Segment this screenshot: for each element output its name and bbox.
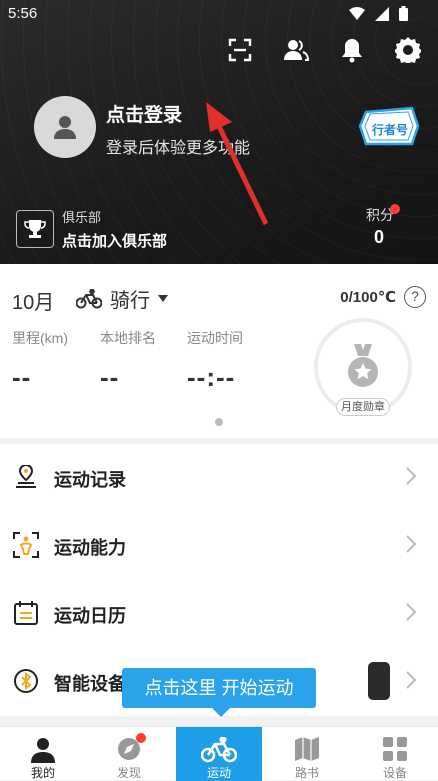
chevron-right-icon (406, 671, 416, 689)
bicycle-icon (201, 737, 237, 763)
tab-mine[interactable]: 我的 (0, 727, 86, 781)
metric-label: 运动时间 (187, 330, 243, 346)
menu-item-label: 运动记录 (54, 470, 126, 490)
trophy-icon[interactable] (16, 210, 54, 248)
signal-icon (375, 6, 389, 21)
pager-indicator (215, 418, 223, 426)
chevron-right-icon (406, 535, 416, 553)
bluetooth-icon (12, 667, 40, 695)
menu-item-label: 运动日历 (54, 606, 126, 626)
sport-type-label: 骑行 (110, 290, 150, 312)
distance-metric: 里程(km) -- (12, 328, 68, 393)
red-arrow-annotation (206, 102, 269, 226)
menu-item-label: 运动能力 (54, 538, 126, 558)
menu-item-sport-ability[interactable]: 运动能力 (0, 512, 438, 580)
friends-icon[interactable] (282, 36, 310, 64)
medal-icon (348, 344, 378, 387)
metric-value: --:-- (187, 362, 236, 392)
bicycle-icon (76, 288, 102, 308)
caret-down-icon (158, 294, 168, 302)
map-icon (295, 737, 319, 761)
login-subtitle: 登录后体验更多功能 (106, 140, 251, 157)
duration-metric: 运动时间 --:-- (187, 328, 243, 393)
header-actions (226, 36, 422, 64)
avatar[interactable] (34, 96, 96, 158)
start-activity-tooltip[interactable]: 点击这里 开始运动 (122, 668, 316, 717)
wifi-icon (349, 6, 365, 20)
metric-label: 里程(km) (12, 330, 68, 346)
club-label: 俱乐部 (62, 210, 102, 225)
user-silhouette-icon (54, 116, 76, 139)
location-pin-icon (12, 463, 40, 491)
status-icons (349, 6, 408, 21)
xingzhe-id-badge[interactable]: 行者号 (358, 104, 420, 148)
metric-value: -- (12, 362, 32, 392)
monthly-stats-card: 10月 骑行 0/100℃ ? 里程(km) -- 本地排名 -- 运动时间 -… (0, 264, 438, 438)
menu-item-sport-calendar[interactable]: 运动日历 (0, 580, 438, 648)
bottom-tab-bar: 我的 发现 运动 路书 设备 (0, 726, 438, 781)
sport-type-selector[interactable]: 骑行 (76, 284, 168, 313)
grid-icon (383, 737, 407, 761)
badge-label: 行者号 (372, 123, 409, 137)
temperature-progress: 0/100℃ (340, 289, 396, 306)
tab-label: 我的 (30, 766, 55, 780)
status-time: 5:56 (8, 5, 38, 22)
body-scan-icon (12, 531, 40, 559)
tab-discover[interactable]: 发现 (86, 727, 172, 781)
menu-item-label: 智能设备 (54, 674, 126, 694)
bike-computer-thumbnail (368, 662, 390, 700)
tab-label: 设备 (382, 766, 407, 780)
ranking-metric: 本地排名 -- (100, 328, 156, 393)
join-club-link[interactable]: 点击加入俱乐部 (62, 230, 167, 251)
tab-sport[interactable]: 运动 (176, 727, 262, 781)
chevron-right-icon (406, 603, 416, 621)
status-bar: 5:56 (0, 0, 438, 30)
login-title[interactable]: 点击登录 (106, 100, 182, 127)
person-icon (31, 738, 55, 763)
points-value: 0 (373, 227, 384, 247)
medal-label: 月度勋章 (336, 398, 390, 416)
tab-label: 路书 (294, 766, 319, 780)
calendar-icon (12, 599, 40, 627)
discover-notification-dot (136, 733, 146, 743)
tab-routebook[interactable]: 路书 (264, 727, 350, 781)
metric-label: 本地排名 (100, 330, 156, 346)
gear-icon[interactable] (394, 36, 422, 64)
month-label: 10月 (12, 292, 55, 314)
tab-devices[interactable]: 设备 (352, 727, 438, 781)
tab-label: 运动 (206, 766, 231, 780)
points-notification-dot (390, 204, 400, 214)
bell-icon[interactable] (338, 36, 366, 64)
scan-icon[interactable] (226, 36, 254, 64)
profile-header: 5:56 点击登录 登录后体验更多功能 行者号 俱乐部 点击加入俱乐部 积分 0 (0, 0, 438, 264)
chevron-right-icon (406, 467, 416, 485)
menu-item-activity-records[interactable]: 运动记录 (0, 444, 438, 512)
metric-value: -- (100, 362, 120, 392)
tab-label: 发现 (116, 766, 141, 780)
help-icon[interactable]: ? (404, 286, 426, 308)
battery-icon (399, 6, 408, 21)
